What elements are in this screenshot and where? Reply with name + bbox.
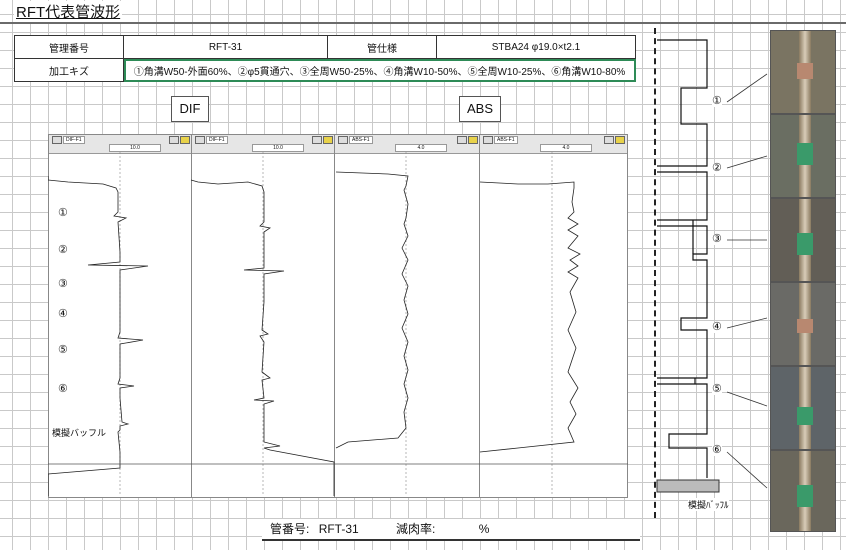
lock-icon[interactable] bbox=[615, 136, 625, 144]
defect-marker-6: ⑥ bbox=[58, 383, 68, 395]
mgmt-no-label: 管理番号 bbox=[14, 35, 124, 59]
lock-icon[interactable] bbox=[323, 136, 333, 144]
waveform-traces bbox=[48, 152, 628, 496]
dif-label: DIF bbox=[171, 96, 209, 122]
defect-marker-5: ⑤ bbox=[58, 344, 68, 356]
lock-icon[interactable] bbox=[180, 136, 190, 144]
thinning-unit: % bbox=[478, 522, 490, 536]
diagram-marker-1: ① bbox=[712, 95, 722, 107]
mode-icon[interactable] bbox=[604, 136, 614, 144]
dif-trace-2 bbox=[190, 179, 335, 496]
info-table: 管理番号 RFT-31 管仕様 STBA24 φ19.0×t2.1 加工キズ ①… bbox=[14, 35, 636, 82]
channel-range: 4.0 bbox=[540, 144, 592, 152]
menu-icon[interactable] bbox=[195, 136, 205, 144]
menu-icon[interactable] bbox=[483, 136, 493, 144]
tube-spec-label: 管仕様 bbox=[327, 35, 437, 59]
tube-photo-1 bbox=[770, 30, 836, 114]
mgmt-no-value: RFT-31 bbox=[123, 35, 328, 59]
dif-trace-1 bbox=[48, 176, 149, 496]
diagram-marker-5: ⑤ bbox=[712, 383, 722, 395]
bottom-status-bar: 管番号: RFT-31 減肉率: % bbox=[262, 519, 640, 541]
defect-marker-2: ② bbox=[58, 244, 68, 256]
thinning-label: 減肉率: bbox=[396, 522, 436, 536]
menu-icon[interactable] bbox=[52, 136, 62, 144]
menu-icon[interactable] bbox=[338, 136, 348, 144]
defect-marker-3: ③ bbox=[58, 278, 68, 290]
diagram-marker-4: ④ bbox=[712, 321, 722, 333]
tube-photo-4 bbox=[770, 282, 836, 366]
baffle-block bbox=[656, 479, 720, 493]
abs-label: ABS bbox=[459, 96, 501, 122]
tube-no-value: RFT-31 bbox=[318, 522, 359, 536]
mode-icon[interactable] bbox=[312, 136, 322, 144]
abs-trace-1 bbox=[335, 171, 409, 449]
channel-name: DIF-F1 bbox=[63, 136, 85, 144]
diagram-marker-3: ③ bbox=[712, 233, 722, 245]
abs-trace-2 bbox=[479, 181, 581, 453]
defect-value[interactable]: ①角溝W50-外面60%、②φ5貫通穴、③全周W50-25%、④角溝W10-50… bbox=[123, 58, 636, 82]
lock-icon[interactable] bbox=[468, 136, 478, 144]
center-lines bbox=[119, 152, 553, 496]
title-underline bbox=[0, 22, 846, 24]
diagram-marker-6: ⑥ bbox=[712, 444, 722, 456]
channel-range: 10.0 bbox=[252, 144, 304, 152]
channel-name: ABS-F1 bbox=[349, 136, 373, 144]
tube-photo-6 bbox=[770, 450, 836, 532]
tube-photo-3 bbox=[770, 198, 836, 282]
defect-marker-4: ④ bbox=[58, 308, 68, 320]
channel-range: 4.0 bbox=[395, 144, 447, 152]
baffle-label: 模擬バッフル bbox=[52, 426, 107, 439]
channel-name: DIF-F1 bbox=[206, 136, 228, 144]
mode-icon[interactable] bbox=[169, 136, 179, 144]
defect-marker-1: ① bbox=[58, 207, 68, 219]
diagram-baffle-label: 模擬ﾊﾞｯﾌﾙ bbox=[688, 498, 729, 511]
tube-photo-5 bbox=[770, 366, 836, 450]
channel-range: 10.0 bbox=[109, 144, 161, 152]
defect-label: 加工キズ bbox=[14, 58, 124, 82]
tube-no-label: 管番号: bbox=[270, 522, 310, 536]
page-title: RFT代表管波形 bbox=[14, 1, 123, 22]
diagram-marker-2: ② bbox=[712, 162, 722, 174]
tube-wall-outline bbox=[657, 39, 708, 478]
channel-name: ABS-F1 bbox=[494, 136, 518, 144]
tube-photo-2 bbox=[770, 114, 836, 198]
tube-spec-value: STBA24 φ19.0×t2.1 bbox=[436, 35, 636, 59]
info-row-2: 加工キズ ①角溝W50-外面60%、②φ5貫通穴、③全周W50-25%、④角溝W… bbox=[14, 58, 636, 82]
mode-icon[interactable] bbox=[457, 136, 467, 144]
info-row-1: 管理番号 RFT-31 管仕様 STBA24 φ19.0×t2.1 bbox=[14, 35, 636, 59]
